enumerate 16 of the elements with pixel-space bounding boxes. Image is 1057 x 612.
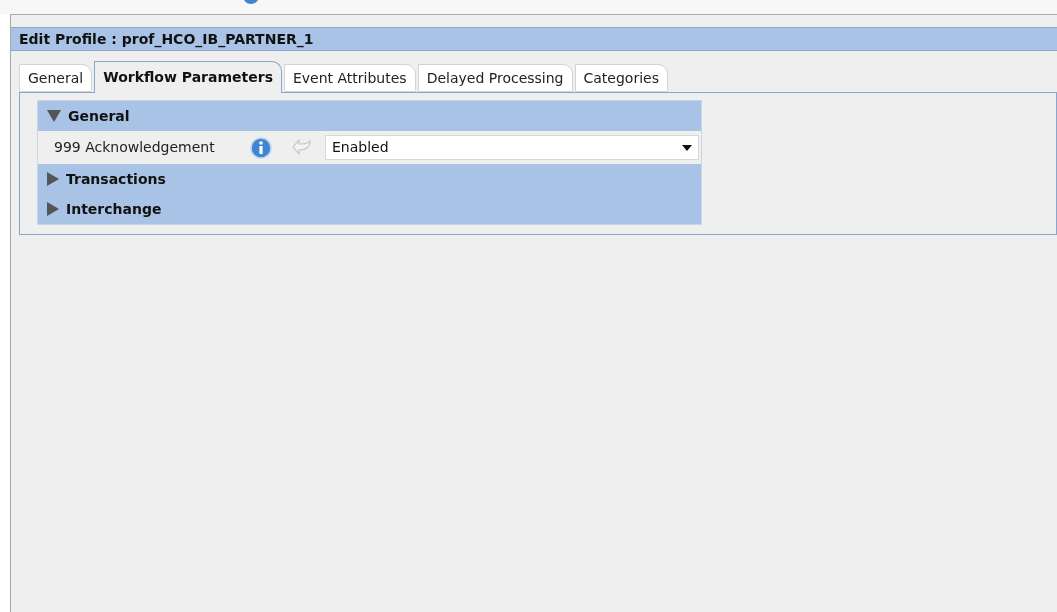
section-header[interactable]: General [68, 105, 130, 127]
dropdown[interactable]: Enabled [325, 135, 699, 160]
tab[interactable]: Categories [574, 64, 668, 92]
tab[interactable]: Workflow Parameters [94, 61, 282, 93]
tab[interactable]: Delayed Processing [417, 64, 573, 92]
caret-icon [682, 144, 692, 151]
expand-triangle-icon[interactable] [47, 172, 59, 186]
collapse-triangle-icon[interactable] [47, 110, 61, 122]
field-label: 999 Acknowledgement [54, 138, 216, 157]
section-header[interactable]: Interchange [66, 198, 162, 220]
window-title: Edit Profile : prof_HCO_IB_PARTNER_1 [11, 27, 1057, 51]
tab[interactable]: General [19, 64, 93, 92]
expand-triangle-icon[interactable] [47, 202, 59, 216]
section-header[interactable]: Transactions [66, 168, 166, 190]
info-icon[interactable] [250, 136, 272, 159]
tab[interactable]: Event Attributes [283, 64, 416, 92]
